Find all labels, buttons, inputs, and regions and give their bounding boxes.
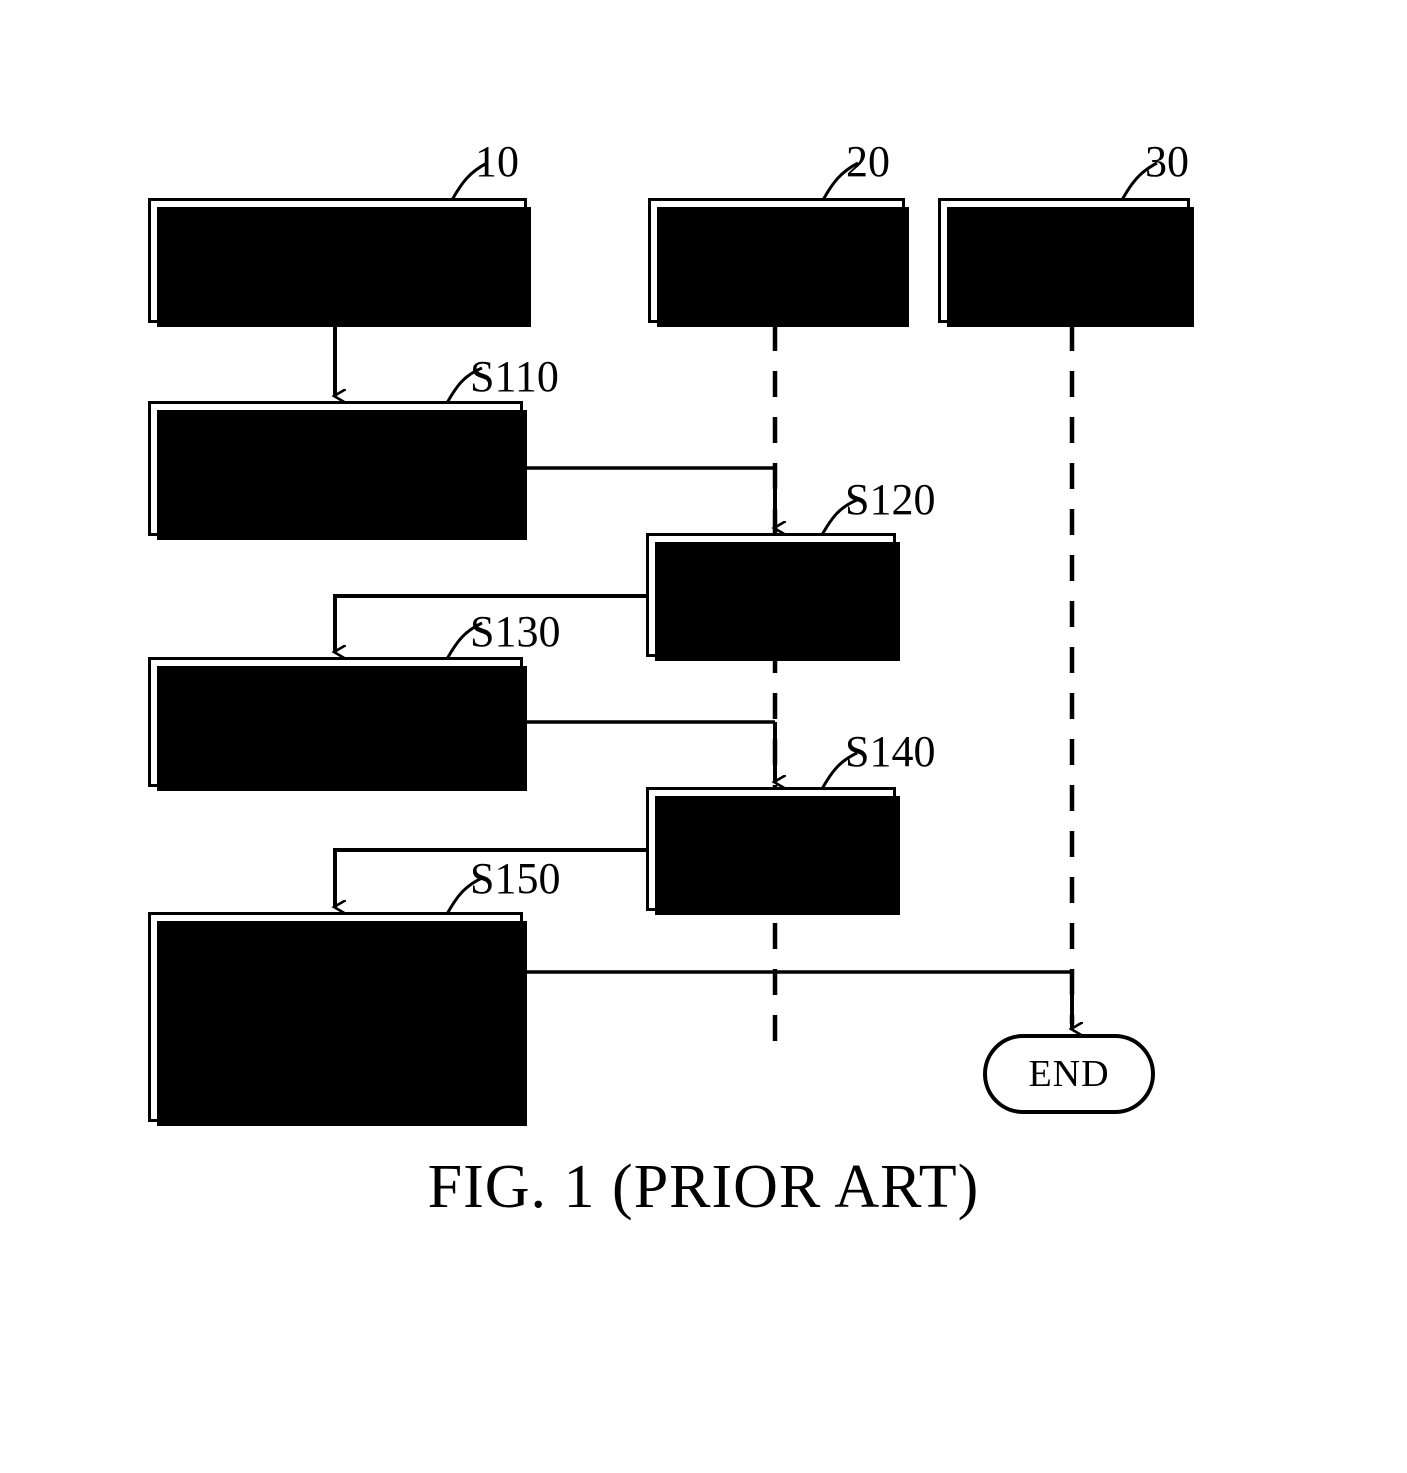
ref-numeral-s150: S150 bbox=[470, 854, 561, 903]
node-step-s110-label: Asking for file size of virtual disk bbox=[169, 425, 462, 511]
ref-numeral-s110: S110 bbox=[470, 352, 559, 401]
node-end-terminator: END bbox=[983, 1034, 1155, 1114]
ref-numeral-s130: S130 bbox=[470, 607, 561, 656]
node-eda: EDA bbox=[148, 198, 531, 327]
node-step-s140: Setting password bbox=[646, 787, 900, 915]
node-encrypted-file-label: Encrypted File bbox=[981, 214, 1147, 305]
node-step-s120-label: Setting file size bbox=[711, 552, 831, 637]
node-end-terminator-label: END bbox=[1028, 1053, 1110, 1095]
ref-numeral-30: 30 bbox=[1145, 137, 1189, 186]
node-eda-label: EDA bbox=[296, 237, 379, 283]
ref-numeral-s140: S140 bbox=[845, 727, 936, 776]
figure-caption: FIG. 1 (PRIOR ART) bbox=[0, 1152, 1407, 1223]
node-user-label: User bbox=[738, 237, 815, 283]
node-step-s150-label: Creating encrypted file with file size a… bbox=[169, 931, 460, 1102]
node-step-s110: Asking for file size of virtual disk bbox=[148, 401, 527, 540]
node-user: User bbox=[648, 198, 909, 327]
patent-figure: EDA User Encrypted File Asking for file … bbox=[0, 0, 1407, 1473]
ref-numeral-s120: S120 bbox=[845, 475, 936, 524]
ref-numeral-20: 20 bbox=[846, 137, 890, 186]
ref-numeral-10: 10 bbox=[475, 137, 519, 186]
node-step-s140-label: Setting password bbox=[699, 806, 843, 891]
node-encrypted-file: Encrypted File bbox=[938, 198, 1194, 327]
node-step-s130: Asking for password bbox=[148, 657, 527, 791]
node-step-s120: Setting file size bbox=[646, 533, 900, 661]
node-step-s130-label: Asking for password bbox=[301, 704, 370, 739]
node-step-s150: Creating encrypted file with file size a… bbox=[148, 912, 527, 1126]
figure-caption-text: FIG. 1 (PRIOR ART) bbox=[427, 1153, 980, 1221]
